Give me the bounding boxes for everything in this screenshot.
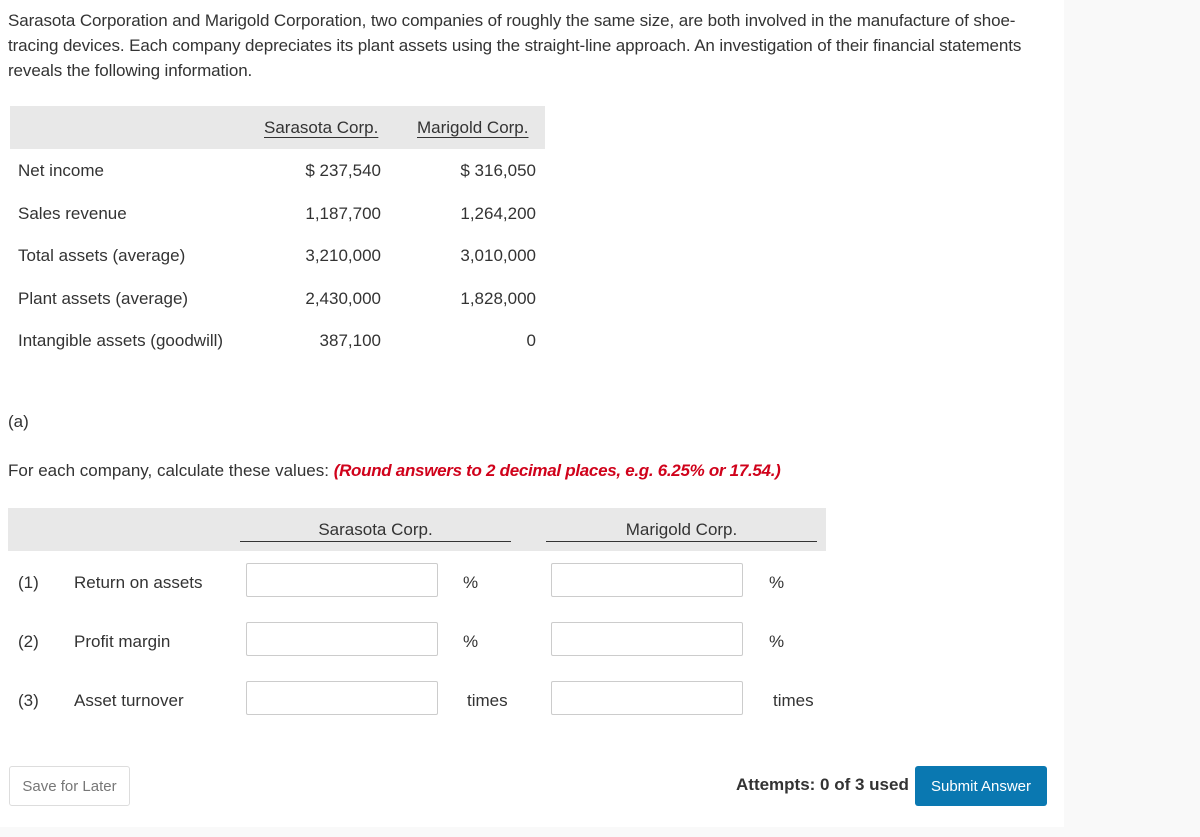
sarasota-roa-input[interactable] <box>246 563 438 597</box>
marigold-roa-input[interactable] <box>551 563 743 597</box>
row-label: Total assets (average) <box>18 246 186 265</box>
table-row: Plant assets (average) 2,430,000 1,828,0… <box>10 277 545 320</box>
row-label: Sales revenue <box>18 203 127 223</box>
unit-label: % <box>463 573 479 592</box>
col-header-sarasota: Sarasota Corp. <box>318 520 433 539</box>
sarasota-value: 3,210,000 <box>305 246 381 265</box>
marigold-profit-margin-input[interactable] <box>551 622 743 656</box>
marigold-value: 0 <box>526 331 536 350</box>
answer-row-asset-turnover: (3) Asset turnover times times <box>8 674 826 733</box>
marigold-asset-turnover-input[interactable] <box>551 681 743 715</box>
col-header-marigold: Marigold Corp. <box>625 520 738 539</box>
marigold-value: 1,828,000 <box>460 288 536 308</box>
attempts-counter: Attempts: 0 of 3 used <box>736 775 909 794</box>
sarasota-value: 2,430,000 <box>305 288 381 308</box>
row-label: Intangible assets (goodwill) <box>18 331 224 350</box>
col-header-sarasota: Sarasota Corp. <box>264 118 379 137</box>
problem-intro: Sarasota Corporation and Marigold Corpor… <box>8 11 1022 80</box>
answer-table-header: Sarasota Corp. Marigold Corp. <box>8 508 826 551</box>
rounding-note: (Round answers to 2 decimal places, e.g.… <box>333 461 781 480</box>
row-number: (1) <box>18 573 39 592</box>
answer-row-roa: (1) Return on assets % % <box>8 556 826 615</box>
table-row: Intangible assets (goodwill) 387,100 0 <box>10 319 545 362</box>
financial-info-table: Sarasota Corp. Marigold Corp. Net income… <box>10 106 545 362</box>
unit-label: times <box>773 691 814 710</box>
unit-label: % <box>463 632 479 651</box>
row-label: Asset turnover <box>74 691 184 710</box>
unit-label: times <box>467 691 508 710</box>
sarasota-profit-margin-input[interactable] <box>246 622 438 656</box>
sarasota-value: 387,100 <box>319 331 381 350</box>
row-label: Net income <box>18 161 104 180</box>
marigold-value: 1,264,200 <box>460 203 536 223</box>
instructions: For each company, calculate these values… <box>8 461 781 481</box>
table-row: Total assets (average) 3,210,000 3,010,0… <box>10 234 545 277</box>
table-row: Sales revenue 1,187,700 1,264,200 <box>10 192 545 235</box>
table-row: Net income $ 237,540 $ 316,050 <box>10 149 545 192</box>
marigold-value: $ 316,050 <box>460 161 536 180</box>
submit-answer-button[interactable]: Submit Answer <box>915 766 1047 806</box>
header-underline <box>240 541 511 542</box>
row-number: (3) <box>18 691 39 710</box>
marigold-value: 3,010,000 <box>460 246 536 265</box>
sarasota-asset-turnover-input[interactable] <box>246 681 438 715</box>
answer-row-profit-margin: (2) Profit margin % % <box>8 615 826 674</box>
instruction-text: For each company, calculate these values… <box>8 461 334 480</box>
unit-label: % <box>769 573 785 592</box>
answer-table: Sarasota Corp. Marigold Corp. (1) Return… <box>8 508 826 733</box>
row-label: Plant assets (average) <box>18 288 189 308</box>
sarasota-value: $ 237,540 <box>305 161 381 180</box>
header-underline <box>546 541 817 542</box>
sarasota-value: 1,187,700 <box>305 203 381 223</box>
row-number: (2) <box>18 632 39 651</box>
row-label: Profit margin <box>74 632 171 651</box>
save-for-later-button[interactable]: Save for Later <box>9 766 130 806</box>
info-table-header: Sarasota Corp. Marigold Corp. <box>10 106 545 149</box>
unit-label: % <box>769 632 785 651</box>
part-label: (a) <box>8 412 29 431</box>
row-label: Return on assets <box>74 573 203 592</box>
question-page: Sarasota Corporation and Marigold Corpor… <box>0 0 1064 827</box>
col-header-marigold: Marigold Corp. <box>417 118 529 137</box>
